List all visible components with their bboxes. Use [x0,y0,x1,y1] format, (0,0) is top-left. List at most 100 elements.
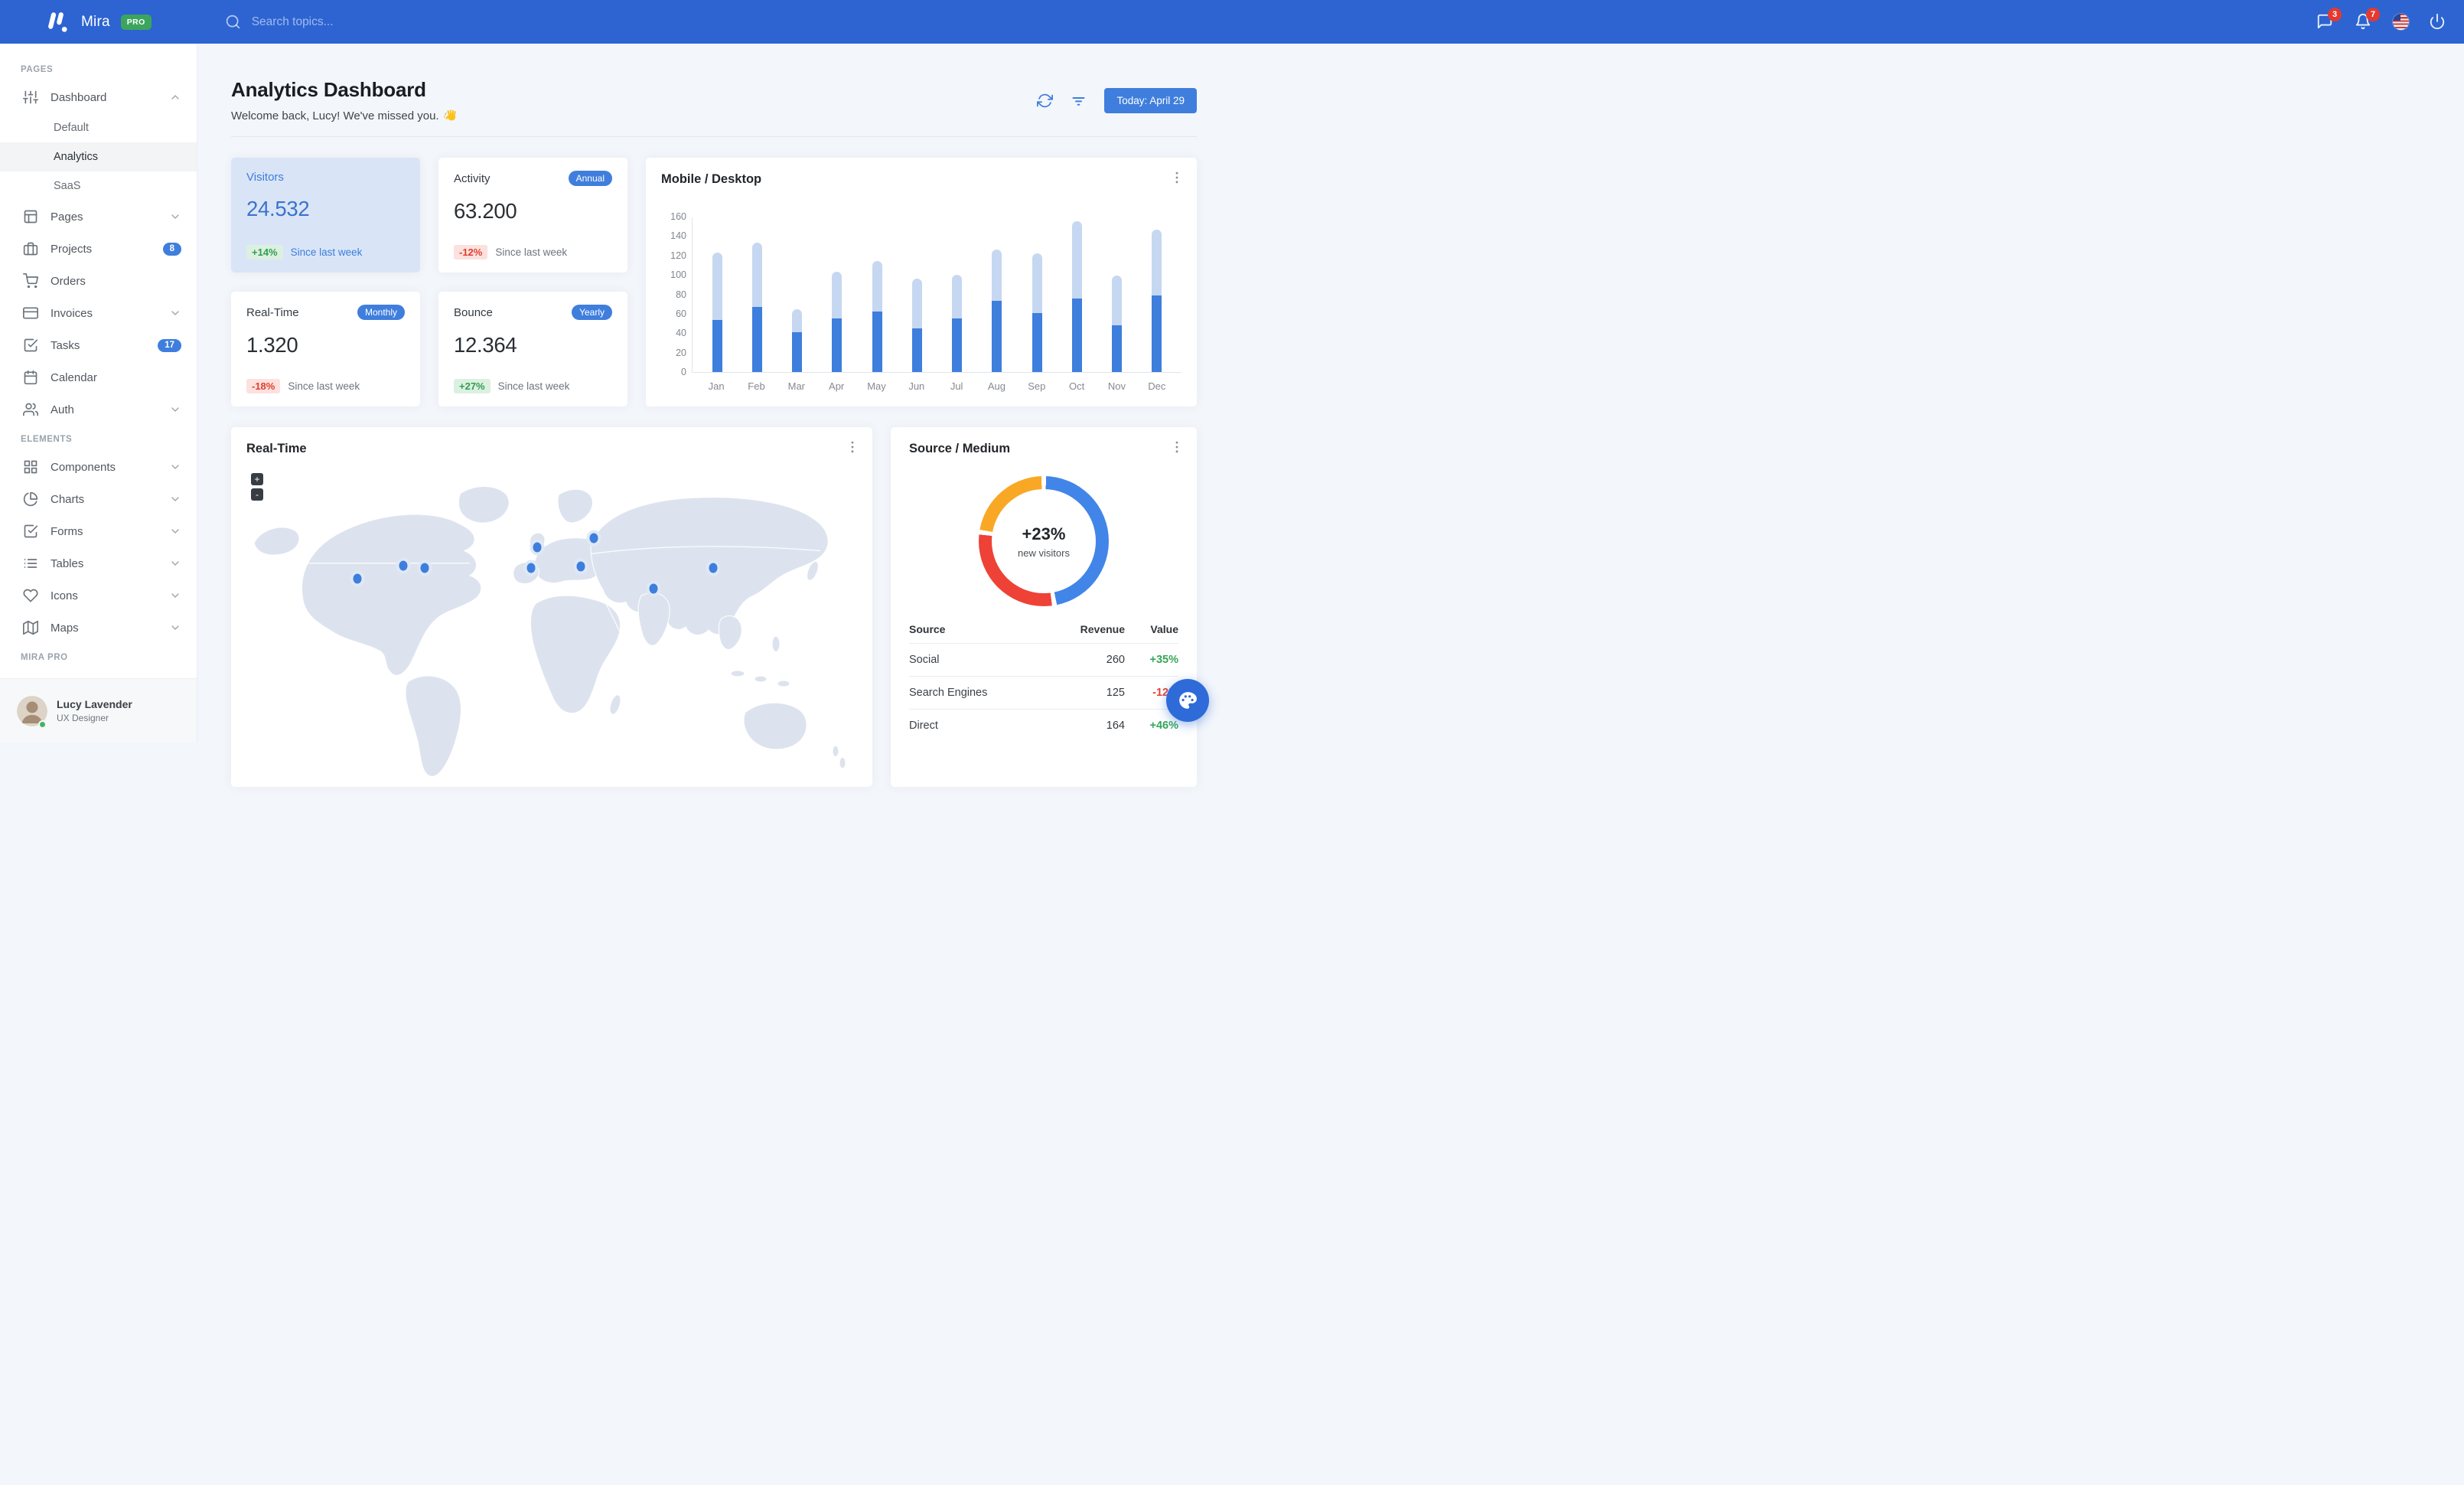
bar-jul [952,275,963,372]
sidebar-item-label: Tasks [51,338,80,352]
refresh-button[interactable] [1037,93,1054,109]
date-range-button[interactable]: Today: April 29 [1104,88,1197,113]
source-menu-button[interactable] [1169,439,1186,456]
table-row-social[interactable]: Social 260 +35% [909,643,1178,676]
source-title: Source / Medium [909,442,1011,455]
donut-chart: +23% new visitors [979,476,1109,606]
y-axis-tick: 0 [681,367,686,377]
map-marker[interactable] [526,563,536,573]
stat-value: 12.364 [454,333,517,357]
stat-card-real-time[interactable]: Real-Time Monthly 1.320 -18% Since last we… [231,292,420,406]
map-marker[interactable] [420,563,429,573]
table-row-search-engines[interactable]: Search Engines 125 -12% [909,676,1178,709]
period-badge: Yearly [572,305,612,320]
sidebar-item-components[interactable]: Components [0,451,197,483]
sidebar-item-tables[interactable]: Tables [0,547,197,579]
sidebar-item-tasks[interactable]: Tasks 17 [0,329,197,361]
map-zoom-out-button[interactable]: - [251,488,263,501]
brand[interactable]: Mira PRO [44,10,152,34]
search-icon [226,15,240,29]
credit-card-icon [23,305,39,321]
sidebar-subitem-saas[interactable]: SaaS [0,171,197,201]
bar-mobile-segment [712,319,722,372]
x-axis-label: Sep [1028,380,1046,392]
sidebar-item-label: Invoices [51,306,93,320]
search-input[interactable] [251,15,527,29]
map-marker[interactable] [399,560,408,571]
chevron-down-icon [169,461,181,473]
bar-mobile-segment [911,328,922,372]
sidebar-item-calendar[interactable]: Calendar [0,361,197,393]
kebab-icon [1175,441,1178,453]
sidebar-item-label: Calendar [51,370,97,384]
sidebar-item-maps[interactable]: Maps [0,612,197,644]
sidebar-item-pages[interactable]: Pages [0,201,197,233]
bar-mobile-segment [751,307,762,372]
notifications-button[interactable]: 7 [2355,7,2380,31]
x-axis-label: Apr [829,380,845,392]
kebab-icon [1175,171,1178,184]
language-flag-us[interactable] [2393,14,2409,30]
cell-revenue: 125 [1106,687,1125,699]
source-medium-card: Source / Medium +23% new visitors Source… [891,427,1197,787]
sidebar-item-label: Dashboard [51,90,107,104]
main-content: Analytics Dashboard Welcome back, Lucy! … [197,44,1232,787]
stat-card-activity[interactable]: Activity Annual 63.200 -12% Since last wee… [438,158,627,273]
cart-icon [23,273,39,289]
x-axis-label: Oct [1069,380,1085,392]
bar-chart-plot: 160 140 120 100 80 60 40 20 0 [670,211,1181,377]
map-marker[interactable] [589,533,598,543]
stat-delta-chip: -18% [246,379,281,393]
theme-settings-fab[interactable] [1166,679,1209,722]
table-row-direct[interactable]: Direct 164 +46% [909,709,1178,742]
bar-mobile-segment [1071,298,1082,372]
bar-jan [712,252,722,372]
bar-nov [1112,276,1123,372]
chart-menu-button[interactable] [1169,170,1186,187]
sidebar-user[interactable]: Lucy Lavender UX Designer [0,678,197,742]
sidebar-subitem-default[interactable]: Default [0,113,197,142]
x-axis-label: Mar [787,380,806,392]
bar-oct [1071,221,1082,372]
map-marker[interactable] [709,563,718,573]
sidebar-item-invoices[interactable]: Invoices [0,297,197,329]
global-search[interactable] [225,14,554,30]
chevron-down-icon [169,622,181,634]
cell-source: Direct [909,720,938,732]
bar-dec [1152,229,1162,372]
map-zoom-in-button[interactable]: + [251,473,263,485]
logout-button[interactable] [2429,13,2447,31]
sidebar-item-icons[interactable]: Icons [0,579,197,612]
users-icon [23,402,39,417]
chevron-down-icon [169,307,181,319]
map-marker[interactable] [533,542,542,553]
stat-card-bounce[interactable]: Bounce Yearly 12.364 +27% Since last week [438,292,627,406]
bar-may [872,261,882,372]
wave-emoji [443,109,456,121]
map-marker[interactable] [576,561,585,572]
x-axis-label: Dec [1148,380,1166,392]
grid-icon [23,459,38,475]
filter-button[interactable] [1071,93,1087,109]
sidebar-item-forms[interactable]: Forms [0,515,197,547]
sidebar-item-orders[interactable]: Orders [0,265,197,297]
bar-mobile-segment [1032,312,1042,372]
bar-mobile-segment [832,318,843,372]
sidebar-subitem-analytics[interactable]: Analytics [0,142,197,171]
sidebar-section-label: MIRA PRO [21,653,68,662]
sidebar-item-dashboard[interactable]: Dashboard [0,81,197,113]
calendar-icon [23,370,38,385]
bar-mar [792,308,803,372]
y-axis-tick: 140 [670,230,686,242]
messages-button[interactable]: 3 [2316,7,2342,31]
donut-center-label: new visitors [1018,547,1070,559]
map-marker[interactable] [649,583,658,594]
sidebar-item-auth[interactable]: Auth [0,393,197,426]
sidebar-item-projects[interactable]: Projects 8 [0,233,197,265]
notifications-count-badge: 7 [2366,7,2380,21]
map-marker[interactable] [353,573,362,584]
sidebar-item-label: Components [51,460,116,474]
map-menu-button[interactable] [845,439,862,456]
sidebar-item-charts[interactable]: Charts [0,483,197,515]
stat-card-visitors[interactable]: Visitors 24.532 +14% Since last week [231,158,420,273]
